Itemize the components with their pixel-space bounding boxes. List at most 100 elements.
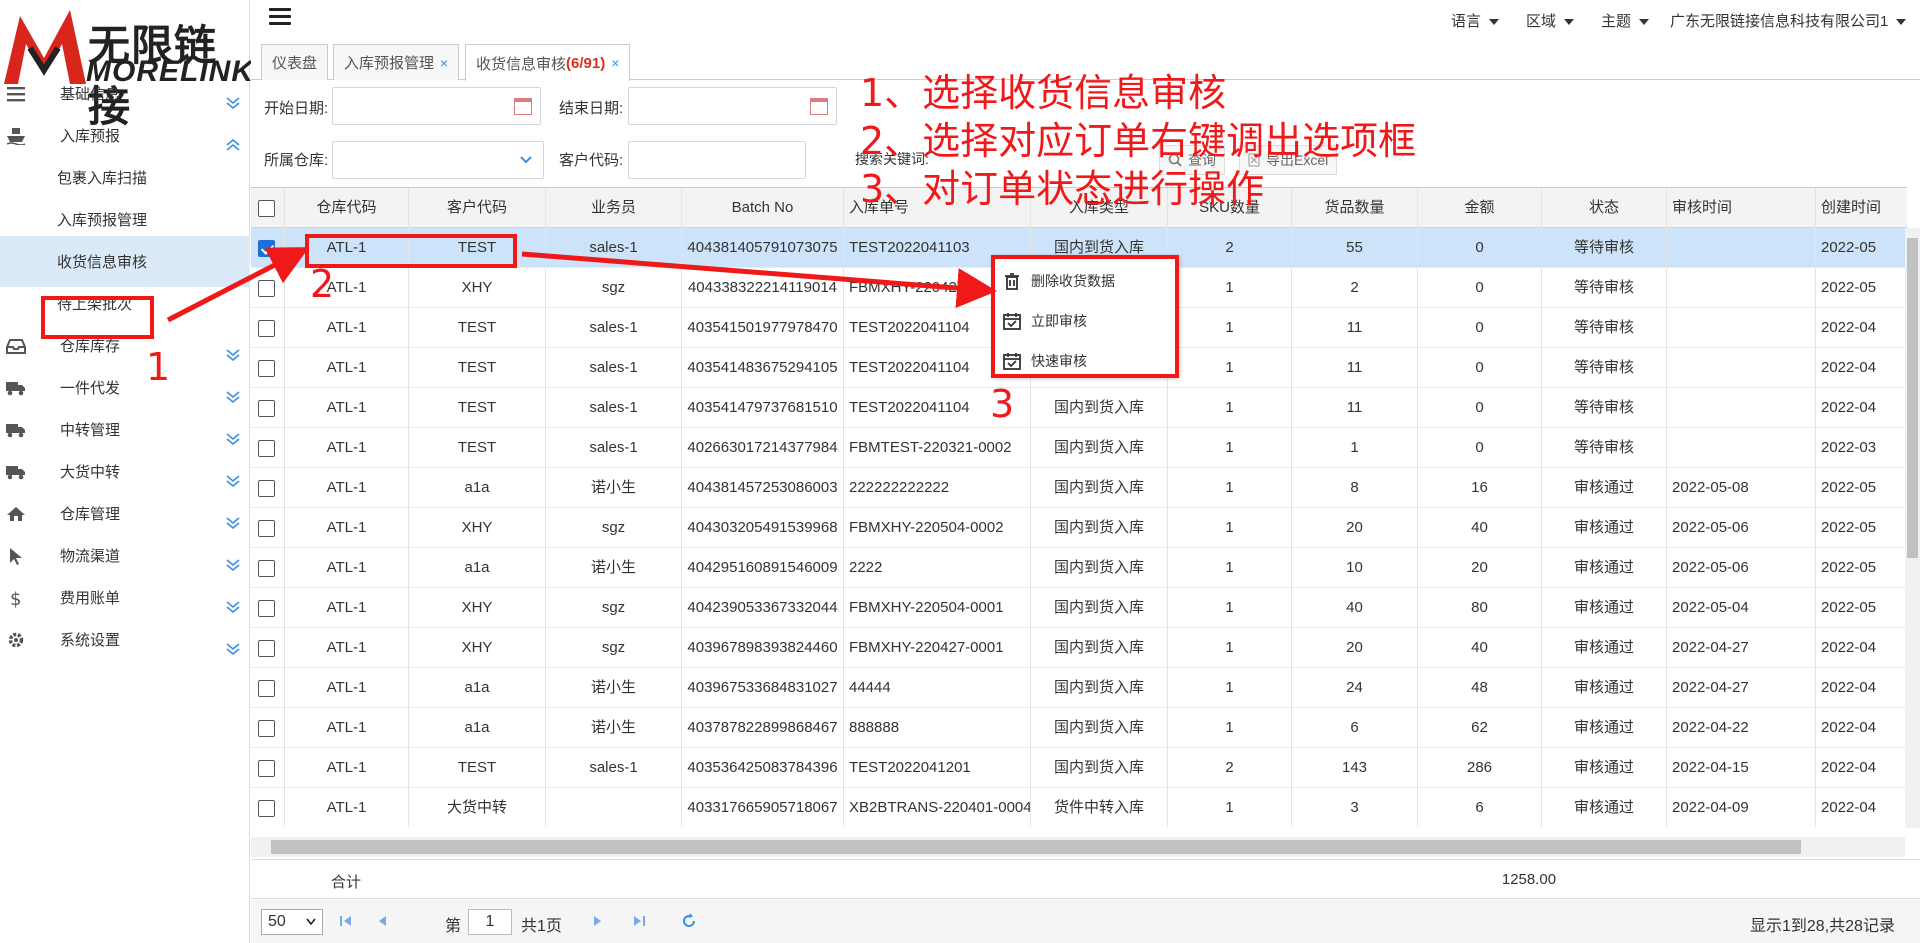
close-icon[interactable]: × [440, 55, 448, 71]
column-header[interactable]: 客户代码 [409, 188, 546, 228]
first-page-icon[interactable] [336, 911, 356, 931]
table-cell: 403967898393824460 [682, 628, 844, 668]
table-cell: 11 [1292, 308, 1418, 348]
table-cell: sales-1 [546, 428, 682, 468]
row-checkbox[interactable] [258, 320, 275, 337]
table-row[interactable]: ATL-1 TEST sales-1 402663017214377984 FBMTES… [251, 428, 1907, 468]
column-header[interactable]: 入库单号 [844, 188, 1031, 228]
column-header[interactable]: 业务员 [546, 188, 682, 228]
sidebar-item-label: 入库预报 [60, 128, 121, 145]
table-row[interactable]: ATL-1 TEST sales-1 403536425083784396 TEST20… [251, 748, 1907, 788]
export-excel-button[interactable]: 导出Excel [1239, 145, 1338, 175]
table-cell: FBMXHY-220504-0001 [844, 588, 1031, 628]
close-icon[interactable]: × [611, 55, 619, 71]
last-page-icon[interactable] [629, 911, 649, 931]
table-cell: 1 [1168, 588, 1292, 628]
table-cell: 80 [1418, 588, 1542, 628]
row-checkbox[interactable] [258, 480, 275, 497]
language-dropdown[interactable]: 语言 [1451, 10, 1500, 31]
table-row[interactable]: ATL-1 XHY sgz 403967898393824460 FBMXHY-2204… [251, 628, 1907, 668]
hamburger-menu-icon[interactable] [269, 8, 291, 30]
row-checkbox[interactable] [258, 280, 275, 297]
column-header[interactable]: 货品数量 [1292, 188, 1418, 228]
start-date-input[interactable] [332, 87, 541, 125]
table-cell: 2022-04 [1816, 308, 1907, 348]
column-header[interactable]: 状态 [1542, 188, 1667, 228]
page-number-input[interactable]: 1 [468, 909, 512, 935]
table-row[interactable]: ATL-1 XHY sgz 404239053367332044 FBMXHY-2205… [251, 588, 1907, 628]
table-cell: 1 [1292, 428, 1418, 468]
row-checkbox[interactable] [258, 400, 275, 417]
tab-inbound-forecast[interactable]: 入库预报管理 × [333, 44, 460, 80]
warehouse-select[interactable] [332, 141, 544, 179]
table-row[interactable]: ATL-1 a1a 诺小生 403787822899868467 888888 国内到货入… [251, 708, 1907, 748]
table-row[interactable]: ATL-1 XHY sgz 404303205491539968 FBMXHY-2205… [251, 508, 1907, 548]
table-cell: ATL-1 [285, 348, 409, 388]
table-cell: 国内到货入库 [1031, 388, 1168, 428]
next-page-icon[interactable] [587, 911, 607, 931]
table-cell: XHY [409, 628, 546, 668]
row-checkbox[interactable] [258, 760, 275, 777]
table-cell: 2022-04-27 [1667, 668, 1816, 708]
query-button[interactable]: 查询 [1159, 145, 1225, 175]
customer-code-input[interactable] [628, 141, 806, 179]
table-cell: 2022-04 [1816, 348, 1907, 388]
menu-item-review-now[interactable]: 立即审核 [1001, 301, 1171, 341]
prev-page-icon[interactable] [373, 911, 393, 931]
company-dropdown[interactable]: 广东无限链接信息科技有限公司1 [1670, 10, 1907, 31]
row-checkbox[interactable] [258, 680, 275, 697]
column-header[interactable]: 审核时间 [1667, 188, 1816, 228]
table-cell: 2022-04-27 [1667, 628, 1816, 668]
table-cell: ATL-1 [285, 228, 409, 268]
table-row[interactable]: ATL-1 TEST sales-1 403541479737681510 TEST20… [251, 388, 1907, 428]
summary-amount: 1258.00 [1501, 871, 1557, 888]
column-header[interactable]: 金额 [1418, 188, 1542, 228]
calendar-icon[interactable] [810, 98, 828, 115]
scroll-thumb[interactable] [1907, 238, 1918, 558]
vertical-scrollbar[interactable] [1905, 228, 1920, 828]
sidebar-item-label: 中转管理 [60, 422, 121, 439]
column-header[interactable]: Batch No [682, 188, 844, 228]
column-header[interactable]: SKU数量 [1168, 188, 1292, 228]
column-header[interactable]: 入库类型 [1031, 188, 1168, 228]
sidebar-item-13[interactable]: 系统设置 [0, 614, 250, 665]
table-cell: 2022-04 [1816, 708, 1907, 748]
refresh-icon[interactable] [679, 911, 699, 931]
menu-item-quick-review[interactable]: 快速审核 [1001, 341, 1171, 381]
table-row[interactable]: ATL-1 a1a 诺小生 404295160891546009 2222 国内到货入库 1… [251, 548, 1907, 588]
scroll-thumb[interactable] [271, 840, 1801, 854]
tab-count-badge: (6/91) [566, 54, 606, 72]
table-row[interactable]: ATL-1 a1a 诺小生 403967533684831027 44444 国内到货入库… [251, 668, 1907, 708]
tab-receipt-review[interactable]: 收货信息审核 (6/91) × [465, 44, 631, 81]
horizontal-scrollbar[interactable] [251, 837, 1905, 857]
row-checkbox[interactable] [258, 240, 275, 257]
row-checkbox[interactable] [258, 360, 275, 377]
table-cell: 16 [1418, 468, 1542, 508]
table-cell: ATL-1 [285, 628, 409, 668]
row-checkbox[interactable] [258, 440, 275, 457]
page-size-select[interactable]: 50 [261, 909, 323, 935]
table-cell: 审核通过 [1542, 788, 1667, 827]
column-header[interactable]: 创建时间 [1816, 188, 1907, 228]
row-checkbox[interactable] [258, 800, 275, 817]
row-checkbox[interactable] [258, 520, 275, 537]
menu-item-delete[interactable]: 删除收货数据 [1001, 261, 1171, 301]
table-row[interactable]: ATL-1 大货中转 403317665905718067 XB2BTRANS-220… [251, 788, 1907, 827]
table-row[interactable]: ATL-1 a1a 诺小生 404381457253086003 22222222222… [251, 468, 1907, 508]
row-checkbox[interactable] [258, 560, 275, 577]
calendar-check-icon [1003, 353, 1021, 370]
column-header[interactable]: 仓库代码 [285, 188, 409, 228]
row-checkbox[interactable] [258, 600, 275, 617]
theme-label: 主题 [1601, 13, 1632, 30]
tab-dashboard[interactable]: 仪表盘 [261, 44, 329, 80]
end-date-input[interactable] [628, 87, 837, 125]
region-dropdown[interactable]: 区域 [1526, 10, 1575, 31]
sidebar-item-label: 费用账单 [60, 590, 121, 607]
theme-dropdown[interactable]: 主题 [1601, 10, 1650, 31]
table-cell: 国内到货入库 [1031, 508, 1168, 548]
page-size-value: 50 [268, 913, 286, 930]
row-checkbox[interactable] [258, 640, 275, 657]
row-checkbox[interactable] [258, 720, 275, 737]
select-all-checkbox[interactable] [258, 200, 275, 217]
calendar-icon[interactable] [514, 98, 532, 115]
